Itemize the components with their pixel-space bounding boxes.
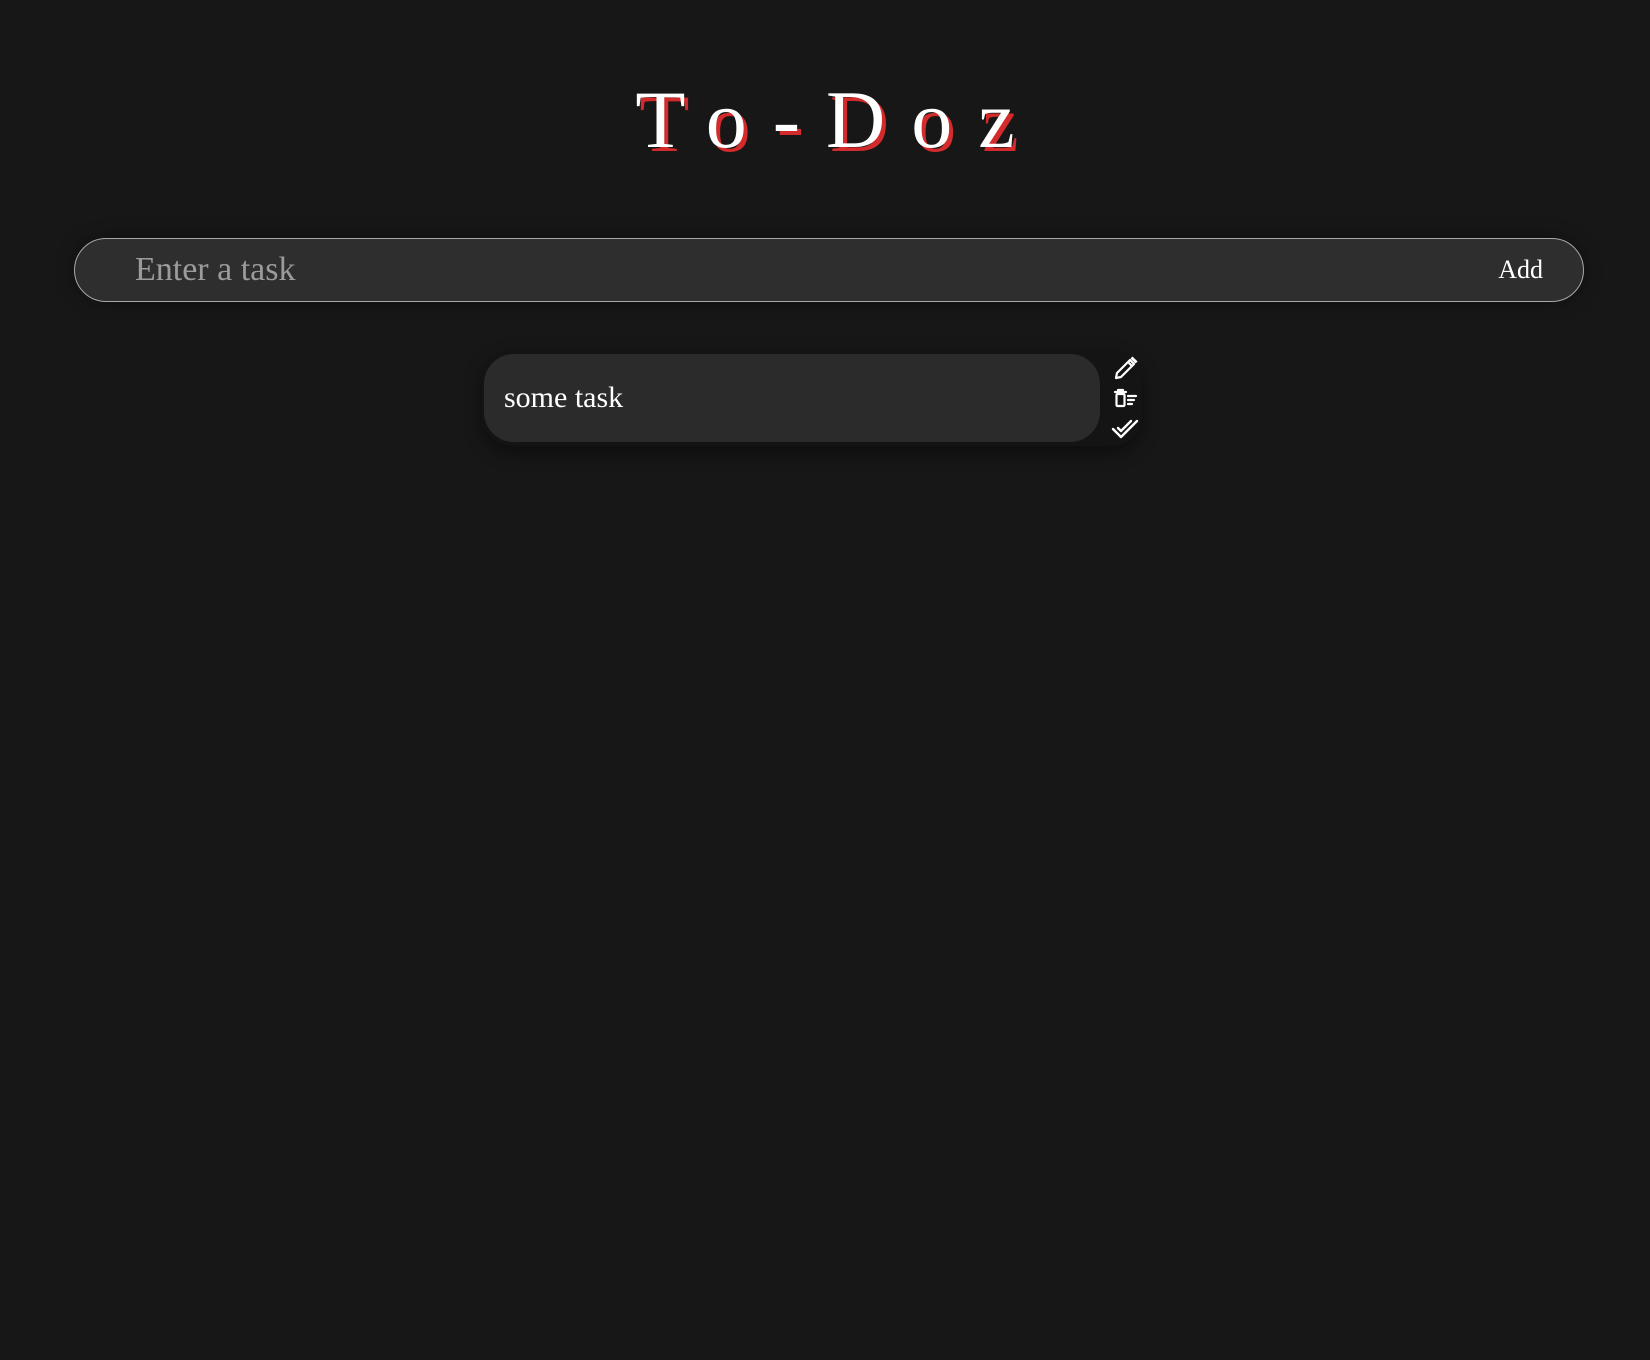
delete-task-button[interactable]: [1110, 384, 1140, 412]
app-title: To-Doz: [635, 74, 1041, 165]
add-button[interactable]: Add: [1498, 239, 1543, 301]
task-form: Add: [74, 238, 1584, 302]
task-text-box: some task: [484, 354, 1100, 442]
complete-task-button[interactable]: [1110, 414, 1140, 442]
double-check-icon: [1111, 419, 1139, 439]
pencil-icon: [1114, 356, 1138, 380]
edit-task-button[interactable]: [1110, 354, 1140, 382]
task-input[interactable]: [135, 239, 1435, 301]
task-text: some task: [504, 381, 624, 414]
trash-icon: [1113, 388, 1138, 408]
task-actions: [1108, 354, 1142, 442]
task-item: some task: [482, 352, 1142, 446]
